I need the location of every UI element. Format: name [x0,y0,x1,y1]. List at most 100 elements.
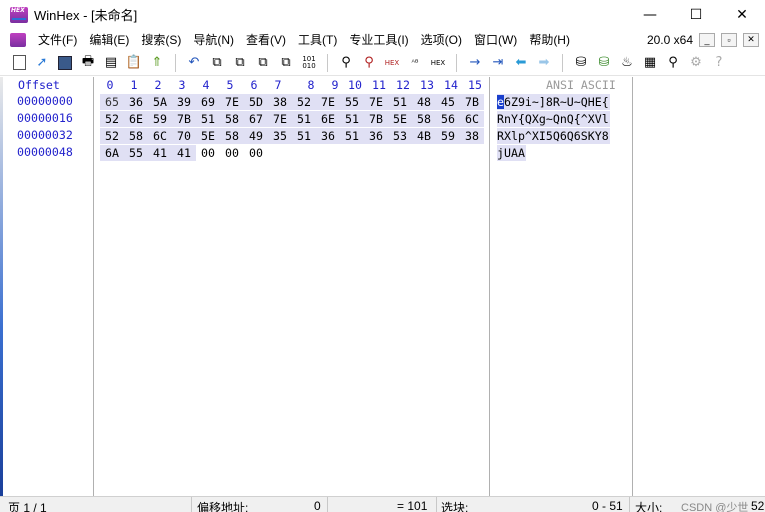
goto-offset-icon[interactable]: HEX [429,54,447,72]
document-logo-icon[interactable] [10,32,26,47]
hex-byte[interactable]: 58 [220,128,244,144]
hex-byte[interactable]: 6E [316,111,340,127]
save-icon[interactable] [56,54,74,72]
hex-byte[interactable]: 51 [196,111,220,127]
menu-options[interactable]: 选项(O) [415,31,468,48]
paste-block-icon[interactable]: ⧉ [277,54,295,72]
hex-byte[interactable]: 45 [436,94,460,110]
calculator-icon[interactable]: ▦ [641,54,659,72]
ram-icon[interactable]: ♨ [618,54,636,72]
hex-editor[interactable]: Offset 0 1 2 3 4 5 6 7 8 9 10 11 12 13 1… [0,77,765,496]
hex-byte[interactable]: 55 [124,145,148,161]
back-icon[interactable]: ⬅ [512,54,530,72]
replace-icon[interactable]: HEX [383,54,401,72]
minimize-button[interactable]: — [627,0,673,29]
hex-byte[interactable]: 6C [148,128,172,144]
hex-byte[interactable]: 49 [244,128,268,144]
magnifier-icon[interactable]: ⚲ [664,54,682,72]
hex-byte[interactable]: 59 [148,111,172,127]
hex-byte[interactable]: 7E [220,94,244,110]
hex-byte[interactable]: 52 [292,94,316,110]
ascii-text[interactable]: e6Z9i~]8R~U~QHE{ [497,94,610,110]
doc-minimize-button[interactable]: _ [699,32,715,47]
hex-byte[interactable]: 7B [172,111,196,127]
hex-byte[interactable]: 52 [100,128,124,144]
close-button[interactable]: ✕ [719,0,765,29]
menu-view[interactable]: 查看(V) [240,31,292,48]
hex-byte[interactable]: 7B [460,94,484,110]
copy-block-icon[interactable]: ⧉ [231,54,249,72]
hex-byte[interactable]: 7E [316,94,340,110]
hex-byte[interactable]: 38 [268,94,292,110]
hex-byte[interactable]: 39 [172,94,196,110]
hex-byte[interactable]: 5E [388,111,412,127]
hex-byte[interactable]: 67 [244,111,268,127]
hex-byte[interactable]: 7E [364,94,388,110]
hex-byte[interactable]: 00 [220,145,244,161]
hex-byte[interactable]: 00 [196,145,220,161]
new-file-icon[interactable] [10,54,28,72]
hex-byte[interactable]: 7B [364,111,388,127]
hex-byte[interactable]: 36 [316,128,340,144]
add-disk-icon[interactable]: ⛁ [595,54,613,72]
open-icon[interactable]: ➚ [33,54,51,72]
export-icon[interactable]: ⇑ [148,54,166,72]
hex-byte[interactable]: 58 [220,111,244,127]
doc-restore-button[interactable]: ▫ [721,32,737,47]
binary-icon[interactable]: 101 010 [300,54,318,72]
hex-byte[interactable]: 58 [412,111,436,127]
menu-search[interactable]: 搜索(S) [135,31,187,48]
ascii-text[interactable]: jUAA [497,145,526,161]
menu-file[interactable]: 文件(F) [32,31,83,48]
hex-byte[interactable]: 58 [124,128,148,144]
undo-icon[interactable]: ↶ [185,54,203,72]
hex-byte[interactable]: 52 [100,111,124,127]
hex-byte[interactable]: 51 [388,94,412,110]
hex-byte[interactable]: 6E [124,111,148,127]
hex-byte[interactable]: 51 [292,128,316,144]
menu-edit[interactable]: 编辑(E) [83,31,135,48]
hex-byte[interactable]: 41 [148,145,172,161]
hex-byte[interactable]: 5E [196,128,220,144]
print-icon[interactable]: 🖶 [79,54,97,72]
hex-byte[interactable]: 41 [172,145,196,161]
clipboard-icon[interactable]: 📋 [125,54,143,72]
hex-byte[interactable]: 48 [412,94,436,110]
hex-byte[interactable]: 00 [244,145,268,161]
hex-byte[interactable]: 35 [268,128,292,144]
hex-byte[interactable]: 53 [388,128,412,144]
menu-specialist-tools[interactable]: 专业工具(I) [343,31,414,48]
paste-icon[interactable]: ⧉ [254,54,272,72]
info-icon[interactable]: ⚙ [687,54,705,72]
replace-hex-icon[interactable]: ᴬᴮ [406,54,424,72]
maximize-button[interactable]: ☐ [673,0,719,29]
menu-help[interactable]: 帮助(H) [523,31,576,48]
hex-byte[interactable]: 36 [364,128,388,144]
hex-byte[interactable]: 38 [460,128,484,144]
hex-byte[interactable]: 6A [100,145,124,161]
hex-byte[interactable]: 59 [436,128,460,144]
hex-byte[interactable]: 69 [196,94,220,110]
ascii-text[interactable]: RXlp^XI5Q6Q6SKY8 [497,128,610,144]
doc-close-button[interactable]: ✕ [743,32,759,47]
menu-navigation[interactable]: 导航(N) [187,31,240,48]
jump-block-icon[interactable]: ⇥ [489,54,507,72]
hex-byte[interactable]: 65 [100,94,124,110]
hex-byte[interactable]: 56 [436,111,460,127]
hex-byte[interactable]: 55 [340,94,364,110]
jump-to-icon[interactable]: → [466,54,484,72]
hex-byte[interactable]: 7E [268,111,292,127]
hex-byte[interactable]: 6C [460,111,484,127]
open-disk-icon[interactable]: ⛁ [572,54,590,72]
hex-byte[interactable]: 51 [292,111,316,127]
properties-icon[interactable]: ▤ [102,54,120,72]
ascii-text[interactable]: RnY{QXg~QnQ{^XVl [497,111,610,127]
hex-byte[interactable]: 70 [172,128,196,144]
menu-window[interactable]: 窗口(W) [468,31,523,48]
hex-byte[interactable]: 51 [340,128,364,144]
find-hex-icon[interactable]: ⚲ [360,54,378,72]
hex-byte[interactable]: 36 [124,94,148,110]
menu-tools[interactable]: 工具(T) [292,31,343,48]
find-icon[interactable]: ⚲ [337,54,355,72]
hex-byte[interactable]: 4B [412,128,436,144]
